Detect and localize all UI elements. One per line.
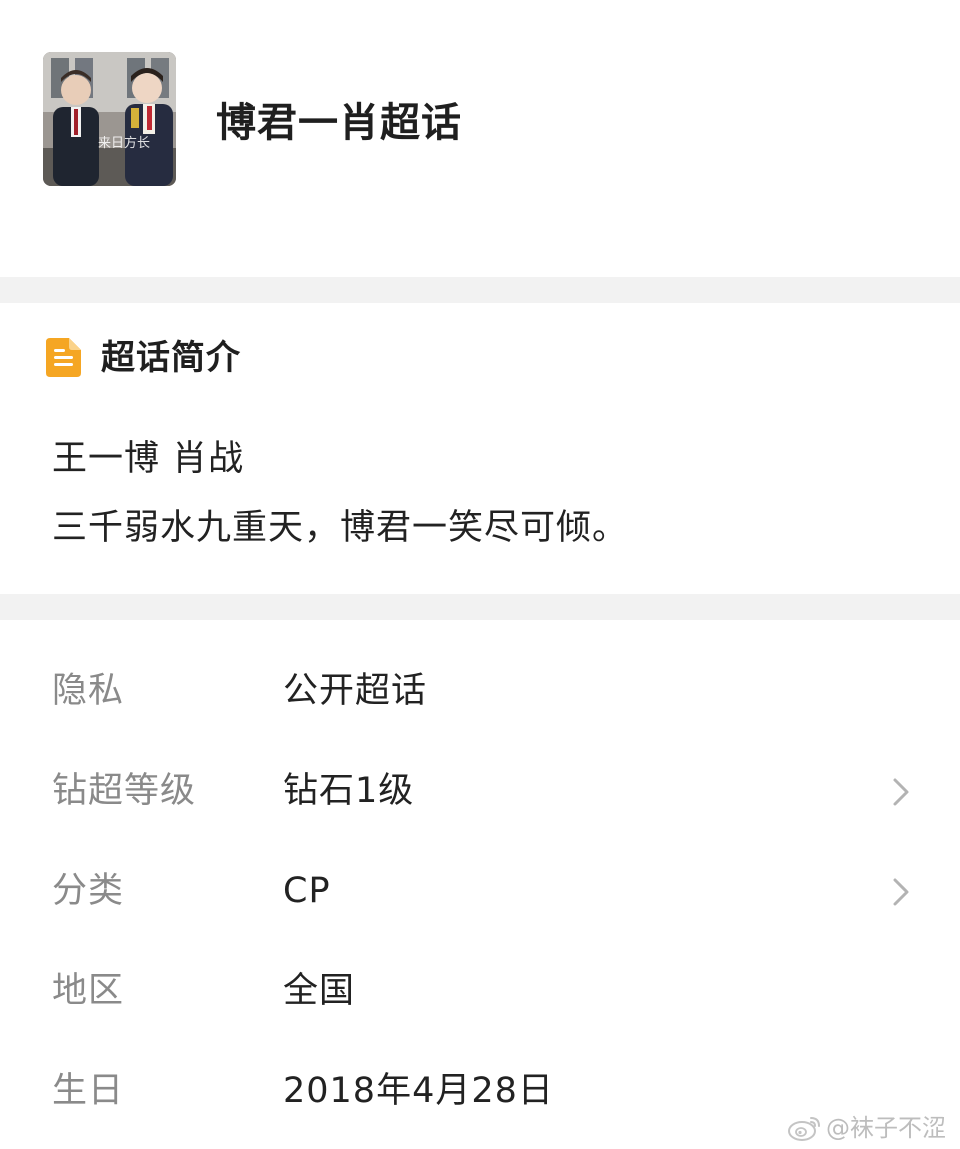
cover-handwriting: 来日方长 (98, 135, 150, 150)
info-row-privacy: 隐私 公开超话 (0, 645, 960, 745)
topic-title: 博君一肖超话 (216, 100, 462, 146)
info-row-category[interactable]: 分类 CP (0, 845, 960, 945)
chevron-right-icon (890, 777, 912, 807)
info-row-region: 地区 全国 (0, 945, 960, 1045)
watermark-text: @袜子不涩 (826, 1114, 946, 1142)
info-value: 2018年4月28日 (283, 1071, 554, 1111)
info-row-level[interactable]: 钻超等级 钻石1级 (0, 745, 960, 845)
section-divider (0, 594, 960, 620)
info-value: 全国 (283, 971, 356, 1011)
info-value: 钻石1级 (283, 771, 415, 811)
document-icon (46, 338, 81, 377)
intro-text-line: 三千弱水九重天，博君一笑尽可倾。 (52, 508, 629, 548)
info-label: 地区 (52, 971, 125, 1011)
info-label: 钻超等级 (52, 771, 197, 811)
info-label: 隐私 (52, 671, 125, 711)
topic-cover-image[interactable]: 来日方长 (43, 52, 176, 186)
topic-header: 来日方长 博君一肖超话 (0, 0, 960, 277)
cover-photo: 来日方长 (43, 52, 176, 186)
chevron-right-icon (890, 877, 912, 907)
watermark: @袜子不涩 (788, 1110, 946, 1146)
info-value: 公开超话 (283, 671, 428, 711)
info-label: 分类 (52, 871, 125, 911)
intro-heading: 超话简介 (101, 338, 241, 378)
intro-text-line: 王一博 肖战 (52, 439, 245, 479)
section-divider (0, 277, 960, 303)
info-label: 生日 (52, 1071, 125, 1111)
weibo-logo-icon (788, 1114, 822, 1142)
info-value: CP (283, 871, 331, 911)
